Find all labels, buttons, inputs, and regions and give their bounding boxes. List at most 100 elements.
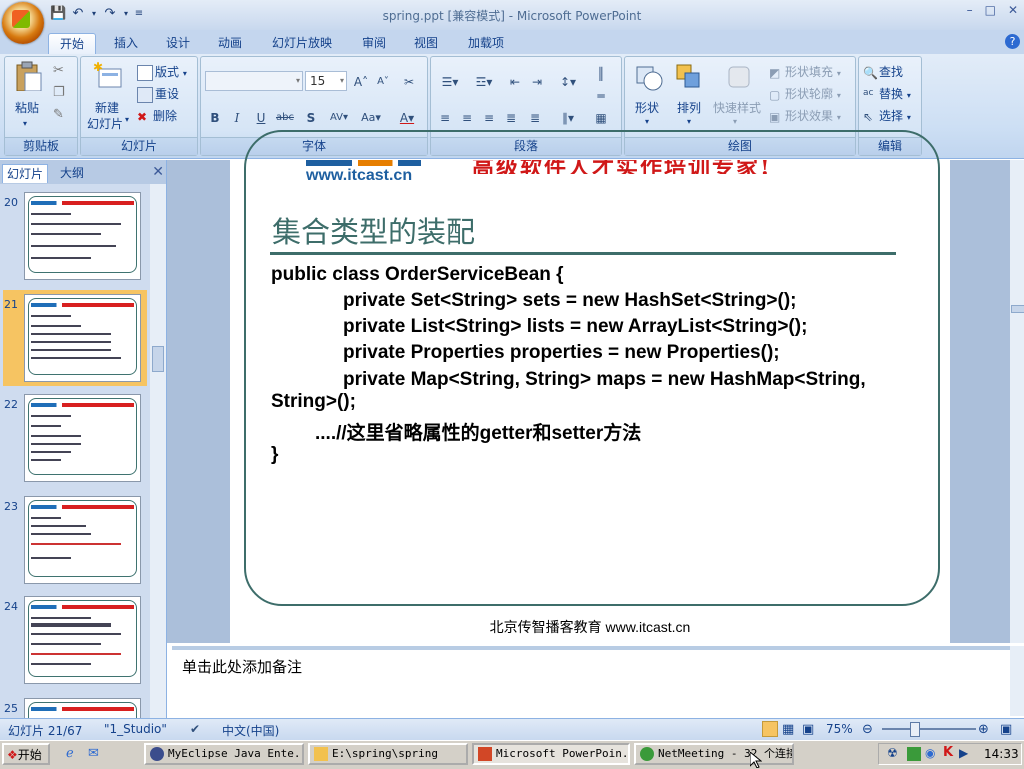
font-name-input[interactable]: ▾: [205, 71, 303, 91]
shadow-icon[interactable]: S: [301, 107, 321, 127]
strikethrough-icon[interactable]: abc: [275, 107, 295, 127]
select-button[interactable]: ⇖ 选择 ▾: [863, 107, 911, 124]
find-button[interactable]: 🔍查找: [863, 63, 903, 80]
start-button[interactable]: ❖开始: [2, 743, 50, 765]
zoom-out-icon[interactable]: ⊖: [862, 722, 873, 737]
taskbar-item-explorer[interactable]: E:\spring\spring: [308, 743, 468, 765]
ie-icon[interactable]: ℯ: [66, 746, 74, 761]
slide-thumbnail-25[interactable]: [24, 698, 141, 718]
new-slide-dropdown-icon[interactable]: ▾: [125, 115, 129, 124]
zoom-level[interactable]: 75%: [826, 722, 853, 736]
tray-icon[interactable]: [907, 747, 921, 761]
tab-animations[interactable]: 动画: [208, 33, 252, 53]
shape-outline-button[interactable]: ▢ 形状轮廓 ▾: [769, 85, 841, 102]
align-left-icon[interactable]: ≡: [435, 107, 455, 127]
tab-design[interactable]: 设计: [156, 33, 200, 53]
smartart-icon[interactable]: ▦: [591, 107, 611, 127]
increase-indent-icon[interactable]: ⇥: [527, 71, 547, 91]
char-spacing-icon[interactable]: AV▾: [325, 107, 353, 127]
taskbar-item-powerpoint[interactable]: Microsoft PowerPoin...: [472, 743, 630, 765]
copy-icon[interactable]: ❐: [53, 85, 65, 100]
shrink-font-icon[interactable]: A˅: [373, 71, 393, 91]
volume-icon[interactable]: ▶: [959, 746, 968, 760]
shape-effects-button[interactable]: ▣ 形状效果 ▾: [769, 107, 841, 124]
slide-thumbnail-24[interactable]: [24, 596, 141, 684]
tray-icon[interactable]: ◉: [925, 746, 935, 760]
notes-scrollbar[interactable]: [1010, 646, 1024, 716]
zoom-slider[interactable]: [882, 728, 976, 730]
bold-icon[interactable]: B: [205, 107, 225, 127]
slide-thumbnail-23[interactable]: [24, 496, 141, 584]
slide-scroll-thumb[interactable]: [1011, 305, 1024, 313]
change-case-icon[interactable]: Aa▾: [357, 107, 385, 127]
paste-dropdown-icon[interactable]: ▾: [23, 119, 27, 128]
tab-review[interactable]: 审阅: [352, 33, 396, 53]
minimize-icon[interactable]: –: [967, 3, 973, 17]
tab-insert[interactable]: 插入: [104, 33, 148, 53]
notes-placeholder[interactable]: 单击此处添加备注: [182, 656, 302, 677]
taskbar-item-myeclipse[interactable]: MyEclipse Java Ente...: [144, 743, 304, 765]
underline-icon[interactable]: U: [251, 107, 271, 127]
tab-slides[interactable]: 幻灯片: [2, 164, 49, 183]
close-icon[interactable]: ✕: [152, 164, 164, 180]
align-right-icon[interactable]: ≡: [479, 107, 499, 127]
reset-button[interactable]: 重设: [137, 85, 179, 103]
help-icon[interactable]: ?: [1005, 34, 1020, 49]
slide-thumbnail-20[interactable]: [24, 192, 141, 280]
maximize-icon[interactable]: □: [985, 3, 996, 17]
tab-addins[interactable]: 加载项: [460, 33, 512, 53]
slides-pane-scroll-thumb[interactable]: [152, 346, 164, 372]
zoom-slider-knob[interactable]: [910, 722, 920, 737]
new-slide-label-2[interactable]: 幻灯片: [87, 115, 123, 132]
tab-slideshow[interactable]: 幻灯片放映: [264, 33, 340, 53]
spellcheck-icon[interactable]: ✔: [190, 722, 200, 736]
format-painter-icon[interactable]: ✎: [53, 107, 64, 122]
taskbar-item-netmeeting[interactable]: NetMeeting - 32 个连接: [634, 743, 794, 765]
tray-icon[interactable]: K: [943, 745, 953, 760]
slides-pane-scrollbar[interactable]: [150, 184, 166, 718]
layout-button[interactable]: 版式 ▾: [137, 63, 187, 81]
slide-sorter-icon[interactable]: ▦: [782, 722, 794, 737]
columns-icon[interactable]: ∥▾: [553, 107, 583, 127]
outlook-icon[interactable]: ✉: [88, 746, 99, 761]
slide-title[interactable]: 集合类型的装配: [272, 209, 475, 251]
delete-button[interactable]: ✖ 删除: [137, 107, 177, 124]
tray-icon[interactable]: ☢: [887, 746, 898, 760]
normal-view-icon[interactable]: [762, 721, 778, 737]
zoom-in-icon[interactable]: ⊕: [978, 722, 989, 737]
tab-outline[interactable]: 大纲: [56, 164, 88, 182]
shape-fill-button[interactable]: ◩ 形状填充 ▾: [769, 63, 841, 80]
slide-scrollbar[interactable]: [1010, 160, 1024, 643]
slideshow-view-icon[interactable]: ▣: [802, 722, 814, 737]
justify-icon[interactable]: ≣: [501, 107, 521, 127]
arrange-dropdown-icon[interactable]: ▾: [687, 117, 691, 126]
bullets-icon[interactable]: ☰▾: [435, 71, 465, 91]
cut-icon[interactable]: ✂: [53, 63, 64, 78]
align-center-icon[interactable]: ≡: [457, 107, 477, 127]
language[interactable]: 中文(中国): [222, 722, 279, 739]
quick-styles-button[interactable]: 快速样式: [713, 99, 761, 116]
font-color-icon[interactable]: A▾: [393, 107, 421, 127]
slide-thumbnail-21[interactable]: [24, 294, 141, 382]
distributed-icon[interactable]: ≣: [525, 107, 545, 127]
align-text-icon[interactable]: ═: [591, 85, 611, 105]
numbering-icon[interactable]: ☲▾: [469, 71, 499, 91]
line-spacing-icon[interactable]: ↕▾: [553, 71, 583, 91]
shapes-dropdown-icon[interactable]: ▾: [645, 117, 649, 126]
font-size-input[interactable]: 15 ▾: [305, 71, 347, 91]
clear-format-icon[interactable]: ✂: [399, 71, 419, 91]
quick-styles-dropdown-icon[interactable]: ▾: [733, 117, 737, 126]
slide-thumbnail-22[interactable]: [24, 394, 141, 482]
paste-button[interactable]: 粘贴: [15, 99, 39, 116]
new-slide-label-1[interactable]: 新建: [95, 99, 119, 116]
tab-view[interactable]: 视图: [404, 33, 448, 53]
arrange-button[interactable]: 排列: [677, 99, 701, 116]
close-icon[interactable]: ✕: [1008, 3, 1018, 17]
grow-font-icon[interactable]: A˄: [351, 71, 371, 91]
replace-button[interactable]: ac 替换 ▾: [863, 85, 911, 102]
italic-icon[interactable]: I: [227, 107, 247, 127]
text-direction-icon[interactable]: ║: [591, 63, 611, 83]
decrease-indent-icon[interactable]: ⇤: [505, 71, 525, 91]
shapes-button[interactable]: 形状: [635, 99, 659, 116]
tab-home[interactable]: 开始: [48, 33, 96, 54]
